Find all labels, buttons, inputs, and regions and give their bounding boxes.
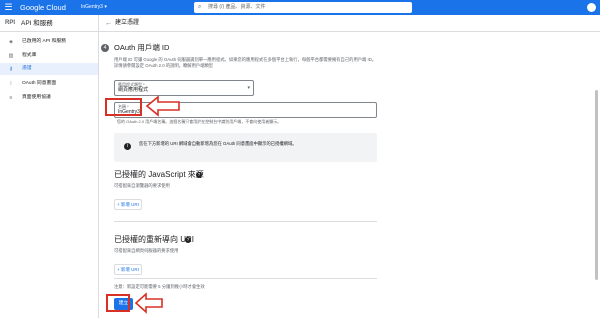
add-js-origin-uri-button[interactable]: + 新增 URI — [114, 199, 142, 210]
sidebar-item-label: OAuth 同意畫面 — [22, 81, 57, 86]
key-icon: ⚷ — [9, 66, 13, 72]
info-text: 您在下方新增的 URI 網域會自動新增為您在 OAuth 同意畫面中顯示的已授權… — [139, 141, 297, 146]
menu-icon[interactable]: ☰ — [3, 3, 14, 12]
page-title: 建立憑證 — [115, 20, 140, 26]
info-box: i 您在下方新增的 URI 網域會自動新增為您在 OAuth 同意畫面中顯示的已… — [114, 133, 377, 162]
dashboard-icon: ◈ — [9, 39, 13, 45]
sidebar-item-label: 頁面使用協議 — [22, 95, 51, 100]
library-icon: ▥ — [8, 53, 14, 59]
sidebar: RPI API 和服務 ◈ 已啟用的 API 和服務 ▥ 程式庫 ⚷ 憑證 ⁞ … — [0, 15, 99, 318]
search-icon: ⌕ — [198, 4, 202, 10]
sidebar-item-enabled-apis[interactable]: ◈ 已啟用的 API 和服務 — [0, 36, 98, 48]
info-icon: i — [124, 143, 131, 150]
sidebar-item-credentials[interactable]: ⚷ 憑證 — [0, 63, 98, 75]
scrollbar[interactable] — [595, 90, 598, 280]
agreement-icon: ≡ — [9, 95, 13, 101]
search-input[interactable]: 搜尋 (/) 產品、資源、文件 — [208, 2, 266, 13]
step-badge: 4 — [101, 44, 109, 52]
arrow-icon — [134, 292, 163, 314]
highlight-box-name — [105, 98, 142, 116]
redirect-uris-subtitle: 可搭配來自網頁伺服器的要求使用 — [114, 248, 179, 253]
js-origins-subtitle: 可搭配來自瀏覽器的要求使用 — [114, 183, 170, 188]
sidebar-item-library[interactable]: ▥ 程式庫 — [0, 50, 98, 62]
app-type-select[interactable]: 應用程式類型 * 網頁應用程式 ▾ — [114, 80, 254, 96]
project-selector[interactable]: InGentry3 ▾ — [81, 3, 107, 12]
add-redirect-uri-button[interactable]: + 新增 URI — [114, 264, 142, 275]
sidebar-item-agreements[interactable]: ≡ 頁面使用協議 — [0, 92, 98, 104]
sidebar-item-label: 已啟用的 API 和服務 — [22, 39, 66, 44]
sidebar-header: RPI API 和服務 — [0, 15, 99, 32]
section-title: OAuth 用戶端 ID — [114, 43, 170, 52]
sidebar-title: API 和服務 — [21, 20, 53, 27]
section-description: 用戶端 ID 可讓 Google 的 OAuth 伺服器識別單一應用程式。如果您… — [114, 57, 377, 68]
api-icon: RPI — [5, 20, 16, 26]
sidebar-item-oauth-consent[interactable]: ⁞ OAuth 同意畫面 — [0, 78, 98, 90]
sidebar-item-label: 程式庫 — [22, 53, 37, 58]
sidebar-item-label: 憑證 — [22, 66, 32, 71]
avatar[interactable] — [587, 3, 596, 12]
arrow-icon — [145, 95, 180, 117]
help-icon[interactable]: ? — [196, 172, 202, 178]
js-origins-title: 已授權的 JavaScript 來源 — [114, 170, 204, 179]
propagation-note: 注意：新設定可能需要 5 分鐘到幾小時才會生效 — [114, 284, 205, 289]
back-arrow-icon[interactable]: ← — [105, 18, 112, 29]
google-cloud-logo[interactable]: Google Cloud — [20, 2, 66, 13]
chevron-down-icon: ▾ — [247, 85, 250, 91]
field-value: 網頁應用程式 — [118, 87, 149, 93]
top-bar: ☰ Google Cloud InGentry3 ▾ ⌕ 搜尋 (/) 產品、資… — [0, 0, 600, 15]
divider — [114, 278, 377, 279]
consent-icon: ⁞ — [10, 81, 12, 87]
main-content: 4 OAuth 用戶端 ID 用戶端 ID 可讓 Google 的 OAuth … — [99, 32, 600, 318]
highlight-box-create — [106, 294, 130, 312]
divider — [114, 221, 377, 222]
search-bar[interactable]: ⌕ 搜尋 (/) 產品、資源、文件 — [194, 2, 412, 13]
page-header: ← 建立憑證 — [99, 15, 600, 32]
help-icon[interactable]: ? — [185, 237, 191, 243]
redirect-uris-title: 已授權的重新導向 URI — [114, 235, 194, 244]
name-hint: 您的 OAuth 2.0 用戶端名稱。這個名稱只會用於在控制台中識別用戶端，不會… — [117, 119, 282, 124]
